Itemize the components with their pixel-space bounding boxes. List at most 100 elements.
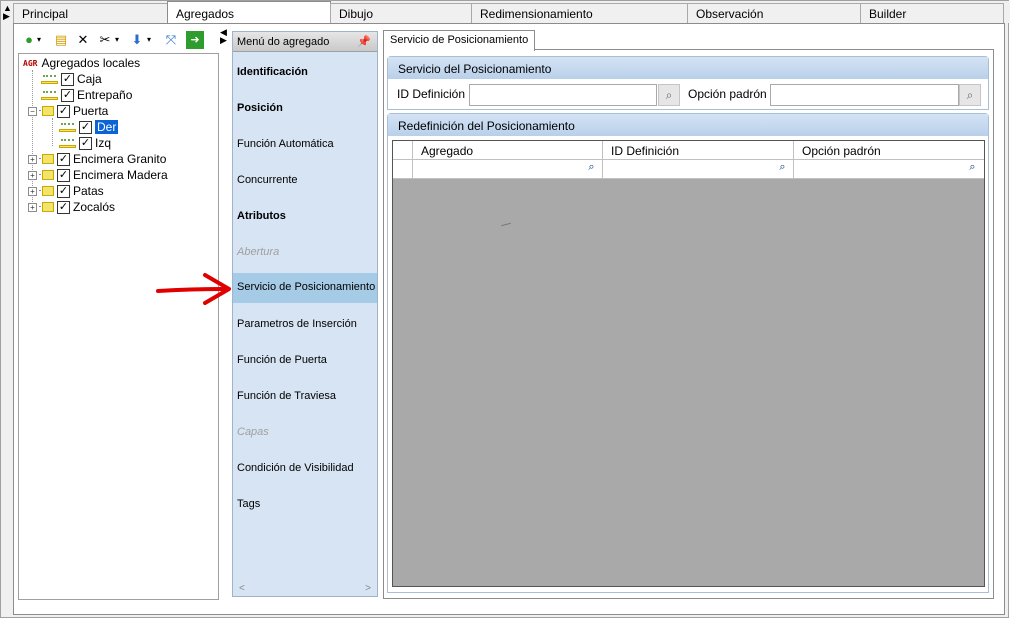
menu-item-funcion-puerta[interactable]: Función de Puerta (233, 346, 377, 376)
binoculars-search-icon[interactable]: ⌕ (964, 161, 981, 177)
tree-root[interactable]: AGR Agregados locales (23, 55, 140, 71)
connect-icon[interactable]: ⤧ (162, 31, 180, 49)
opcion-padron-input[interactable] (770, 84, 959, 106)
tree-folder-zocalos[interactable]: + ✓ Zocalós (28, 199, 115, 215)
cursor-mark (501, 222, 511, 227)
opcion-padron-cell[interactable] (794, 160, 984, 179)
tree-item-label: Encimera Granito (73, 152, 167, 166)
checkbox[interactable]: ✓ (61, 88, 74, 102)
folder-icon (39, 105, 55, 117)
tree-folder-patas[interactable]: + ✓ Patas (28, 183, 104, 199)
menu-item-parametros-insercion[interactable]: Parametros de Inserción (233, 310, 377, 340)
menu-item-funcion-traviesa[interactable]: Función de Traviesa (233, 382, 377, 412)
tree-item-label: Izq (95, 136, 112, 150)
tree-folder-puerta[interactable]: − ✓ Puerta (28, 103, 108, 119)
new-icon[interactable]: ▤ (52, 31, 70, 49)
binoculars-search-icon[interactable]: ⌕ (959, 84, 981, 106)
column-header-id-definicion[interactable]: ID Definición (603, 141, 794, 160)
tree-item-der[interactable]: ✓ Der (59, 119, 119, 135)
red-arrow-annotation (156, 273, 231, 305)
menu-title: Menú do agregado (237, 36, 330, 48)
menu-item-condicion-visibilidad[interactable]: Condición de Visibilidad (233, 454, 377, 484)
tab-agregados[interactable]: Agregados (167, 1, 331, 24)
menu-item-tags[interactable]: Tags (233, 490, 377, 520)
tab-redimensionamiento[interactable]: Redimensionamiento (471, 3, 688, 23)
expand-icon[interactable]: + (28, 186, 37, 196)
grid-header: Agregado ID Definición Opción padrón (393, 141, 984, 160)
tree-item-entrepano[interactable]: ✓ Entrepaño (41, 87, 132, 103)
menu-item-atributos[interactable]: Atributos (233, 202, 377, 232)
id-definicion-input[interactable] (469, 84, 657, 106)
pin-icon[interactable]: 📌 (357, 35, 371, 48)
menu-item-abertura: Abertura (237, 246, 280, 258)
aggregate-menu-panel: Menú do agregado 📌 Identificación Posici… (232, 31, 378, 597)
checkbox[interactable]: ✓ (57, 104, 70, 118)
folder-icon (39, 169, 55, 181)
table-row[interactable]: ⌕ ⌕ ⌕ (393, 160, 984, 179)
scroll-right-icon[interactable]: > (365, 583, 371, 594)
tree-item-izq[interactable]: ✓ Izq (59, 135, 111, 151)
checkbox[interactable]: ✓ (57, 184, 70, 198)
menu-item-concurrente[interactable]: Concurrente (233, 166, 377, 196)
tab-scroll-arrows-icon[interactable]: ▲ ▶ (3, 4, 13, 21)
top-tab-strip: ▲ ▶ Principal Agregados Dibujo Redimensio… (1, 1, 1010, 24)
delete-icon[interactable]: ✕ (74, 31, 92, 49)
checkbox[interactable]: ✓ (57, 200, 70, 214)
aggregate-item-icon (41, 89, 59, 101)
checkbox[interactable]: ✓ (79, 136, 92, 150)
panel-collapse-arrows-icon[interactable]: ◀ ▶ (220, 28, 227, 45)
expand-icon[interactable]: + (28, 170, 37, 180)
tree-folder-encimera-granito[interactable]: + ✓ Encimera Granito (28, 151, 166, 167)
menu-item-servicio-posicionamiento[interactable]: Servicio de Posicionamiento (233, 273, 377, 303)
tree-item-caja[interactable]: ✓ Caja (41, 71, 102, 87)
tab-principal[interactable]: Principal (13, 3, 169, 23)
tree-item-label: Caja (77, 72, 102, 86)
tree-toolbar: ● ▾ ▤ ✕ ✂ ▾ ⬇ ▾ ⤧ ➜ (18, 31, 218, 51)
tree-item-label: Zocalós (73, 200, 116, 214)
export-icon[interactable]: ➜ (186, 31, 204, 49)
menu-item-capas: Capas (237, 426, 269, 438)
tree-item-label: Encimera Madera (73, 168, 168, 182)
menu-item-identificacion[interactable]: Identificación (233, 58, 377, 88)
menu-horizontal-scrollbar[interactable]: < > (233, 580, 377, 596)
dropdown-arrow-icon[interactable]: ▾ (112, 31, 122, 49)
row-header-cell[interactable] (393, 160, 413, 179)
binoculars-search-icon[interactable]: ⌕ (658, 84, 680, 106)
checkbox[interactable]: ✓ (57, 168, 70, 182)
tree-item-label: Patas (73, 184, 104, 198)
dropdown-arrow-icon[interactable]: ▾ (34, 31, 44, 49)
expand-icon[interactable]: + (28, 202, 37, 212)
folder-icon (39, 153, 55, 165)
tab-builder[interactable]: Builder (860, 3, 1004, 23)
tree-folder-encimera-madera[interactable]: + ✓ Encimera Madera (28, 167, 168, 183)
menu-item-funcion-automatica[interactable]: Función Automática (233, 130, 377, 160)
checkbox[interactable]: ✓ (57, 152, 70, 166)
tab-observacion[interactable]: Observación (687, 3, 861, 23)
binoculars-search-icon[interactable]: ⌕ (583, 161, 600, 177)
aggregate-item-icon (41, 73, 59, 85)
dropdown-arrow-icon[interactable]: ▾ (144, 31, 154, 49)
redefinition-grid[interactable]: Agregado ID Definición Opción padrón ⌕ ⌕… (392, 140, 985, 587)
collapse-icon[interactable]: − (28, 106, 37, 116)
id-definicion-label: ID Definición (397, 87, 466, 101)
checkbox[interactable]: ✓ (79, 120, 92, 134)
opcion-padron-label: Opción padrón (688, 87, 767, 101)
agregado-cell[interactable] (413, 160, 603, 179)
tab-dibujo[interactable]: Dibujo (330, 3, 472, 23)
menu-item-posicion[interactable]: Posición (233, 94, 377, 124)
aggregates-tree: AGR Agregados locales ✓ Caja ✓ Entrepaño… (18, 53, 219, 600)
column-header-agregado[interactable]: Agregado (413, 141, 603, 160)
agr-badge-icon: AGR (23, 58, 38, 68)
scroll-left-icon[interactable]: < (239, 583, 245, 594)
tree-item-label: Puerta (73, 104, 109, 118)
id-definicion-cell[interactable] (603, 160, 794, 179)
binoculars-search-icon[interactable]: ⌕ (774, 161, 791, 177)
folder-icon (39, 201, 55, 213)
tab-servicio-posicionamiento[interactable]: Servicio de Posicionamiento (383, 30, 536, 51)
tree-item-label: Entrepaño (77, 88, 133, 102)
group-title: Servicio del Posicionamiento (388, 57, 988, 79)
aggregate-item-icon (59, 137, 77, 149)
expand-icon[interactable]: + (28, 154, 37, 164)
column-header-opcion-padron[interactable]: Opción padrón (794, 141, 984, 160)
checkbox[interactable]: ✓ (61, 72, 74, 86)
